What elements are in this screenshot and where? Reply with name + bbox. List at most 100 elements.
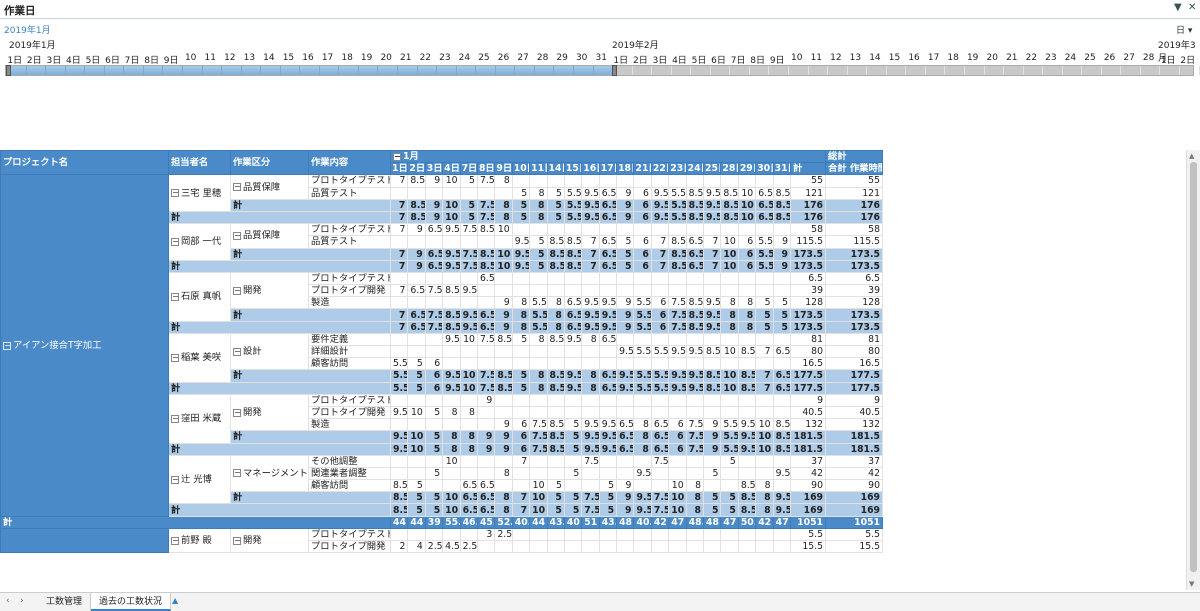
- header-date: 23日: [668, 162, 687, 176]
- collapse-toggle-icon[interactable]: −: [171, 475, 179, 484]
- scroll-up-icon[interactable]: ▲: [1189, 152, 1194, 160]
- value-cell: 5: [511, 381, 531, 395]
- collapse-toggle-icon[interactable]: −: [3, 341, 11, 350]
- tab-work-management[interactable]: 工数管理: [38, 593, 92, 611]
- collapse-toggle-icon[interactable]: −: [233, 231, 241, 240]
- scroll-down-icon[interactable]: ▼: [1189, 580, 1194, 588]
- tab-past-work-status[interactable]: 過去の工数状況: [91, 593, 172, 611]
- value-cell: 10: [459, 369, 478, 383]
- value-cell: [685, 454, 705, 468]
- value-cell: [476, 186, 496, 200]
- value-cell: 6.5: [476, 320, 496, 334]
- value-cell: [598, 405, 618, 420]
- timeline-unit-dropdown[interactable]: 日 ▾: [1176, 23, 1192, 36]
- value-cell: 10: [755, 418, 774, 432]
- header-date: 24日: [685, 162, 705, 176]
- value-cell: [720, 174, 739, 188]
- timeline-tick: [729, 66, 731, 75]
- value-cell: [511, 479, 531, 493]
- value-cell: 5: [511, 198, 531, 212]
- value-cell: 9: [703, 418, 722, 432]
- value-cell: 8.5: [668, 235, 687, 249]
- tab-prev-icon[interactable]: ‹: [6, 596, 10, 606]
- value-cell: [511, 223, 531, 237]
- value-cell: 8.5: [737, 503, 757, 517]
- collapse-toggle-icon[interactable]: −: [393, 152, 401, 161]
- value-cell: 7: [703, 235, 722, 249]
- grand-total-cell: 128: [825, 296, 884, 310]
- collapse-toggle-icon[interactable]: −: [171, 536, 179, 545]
- value-cell: 9.5: [563, 369, 583, 383]
- collapse-toggle-icon[interactable]: −: [233, 408, 241, 417]
- collapse-toggle-icon[interactable]: −: [171, 414, 179, 423]
- value-cell: [494, 284, 513, 298]
- timeline-tick: [260, 66, 262, 75]
- collapse-toggle-icon[interactable]: −: [233, 536, 241, 545]
- timeline-days: 1日2日3日4日5日6日7日8日9日10日11日12日13日14日15日16日1…: [5, 53, 1195, 76]
- value-cell: [755, 174, 774, 188]
- collapse-toggle-icon[interactable]: −: [171, 237, 179, 246]
- value-cell: [424, 186, 444, 200]
- collapse-toggle-icon[interactable]: −: [171, 189, 179, 198]
- value-cell: 4: [407, 539, 426, 554]
- value-cell: 8.5: [563, 247, 583, 261]
- value-cell: [668, 357, 687, 371]
- value-cell: 7: [581, 235, 600, 249]
- timeline-tick: [494, 66, 496, 75]
- value-cell: [476, 344, 496, 359]
- row-total-cell: 9: [789, 393, 827, 407]
- value-cell: 8.5: [772, 442, 791, 456]
- clear-filter-icon[interactable]: ✕: [1188, 2, 1196, 13]
- value-cell: [424, 393, 444, 407]
- value-cell: [529, 271, 548, 286]
- value-cell: 5: [407, 503, 426, 517]
- value-cell: 5: [755, 308, 774, 322]
- value-cell: 2.5: [459, 539, 478, 554]
- value-cell: 10: [720, 259, 739, 273]
- value-cell: [389, 344, 409, 359]
- value-cell: [772, 332, 791, 347]
- value-cell: [772, 527, 791, 542]
- tab-next-icon[interactable]: ›: [20, 596, 24, 606]
- timeline-tick: [123, 66, 125, 75]
- value-cell: 5: [424, 491, 444, 505]
- add-sheet-icon[interactable]: ▲: [172, 596, 178, 605]
- value-cell: [633, 284, 652, 298]
- timeline-range-bar[interactable]: [5, 65, 1200, 76]
- value-cell: [476, 466, 496, 481]
- value-cell: 7: [650, 235, 670, 249]
- value-cell: 5: [459, 198, 478, 212]
- collapse-toggle-icon[interactable]: −: [171, 353, 179, 362]
- value-cell: 5: [755, 320, 774, 334]
- value-cell: 8: [494, 174, 513, 188]
- value-cell: 9.5: [442, 369, 461, 383]
- filter-icon[interactable]: ▼: [1174, 2, 1182, 13]
- value-cell: 7: [755, 369, 774, 383]
- value-cell: [511, 284, 531, 298]
- collapse-toggle-icon[interactable]: −: [233, 347, 241, 356]
- value-cell: [703, 479, 722, 493]
- timeline-end-handle[interactable]: [612, 65, 617, 76]
- scroll-thumb[interactable]: [1190, 162, 1197, 572]
- collapse-toggle-icon[interactable]: −: [171, 292, 179, 301]
- value-cell: 5.5: [389, 357, 409, 371]
- timeline-selected-range[interactable]: [6, 66, 616, 75]
- value-cell: 8.5: [737, 381, 757, 395]
- header-date: 14日: [546, 162, 565, 176]
- timeline-start-handle[interactable]: [6, 65, 11, 76]
- vertical-scrollbar[interactable]: ▲ ▼: [1186, 150, 1200, 590]
- grand-total-cell: 1051: [825, 515, 884, 529]
- value-cell: [389, 332, 409, 347]
- value-cell: 7.5: [529, 442, 548, 456]
- timeline-tick: [1100, 66, 1102, 75]
- value-cell: 10: [494, 223, 513, 237]
- collapse-toggle-icon[interactable]: −: [233, 183, 241, 192]
- collapse-toggle-icon[interactable]: −: [233, 469, 241, 478]
- value-cell: 6.5: [598, 247, 618, 261]
- timeline-tick: [416, 66, 418, 75]
- value-cell: [581, 174, 600, 188]
- collapse-toggle-icon[interactable]: −: [233, 286, 241, 295]
- pivot-grid: プロジェクト名 担当者名 作業区分 作業内容 −1月 総計 1日 2日 3日 4日 7日 8日 9日 10…: [0, 150, 884, 554]
- value-cell: 9.5: [633, 466, 652, 481]
- value-cell: [598, 454, 618, 468]
